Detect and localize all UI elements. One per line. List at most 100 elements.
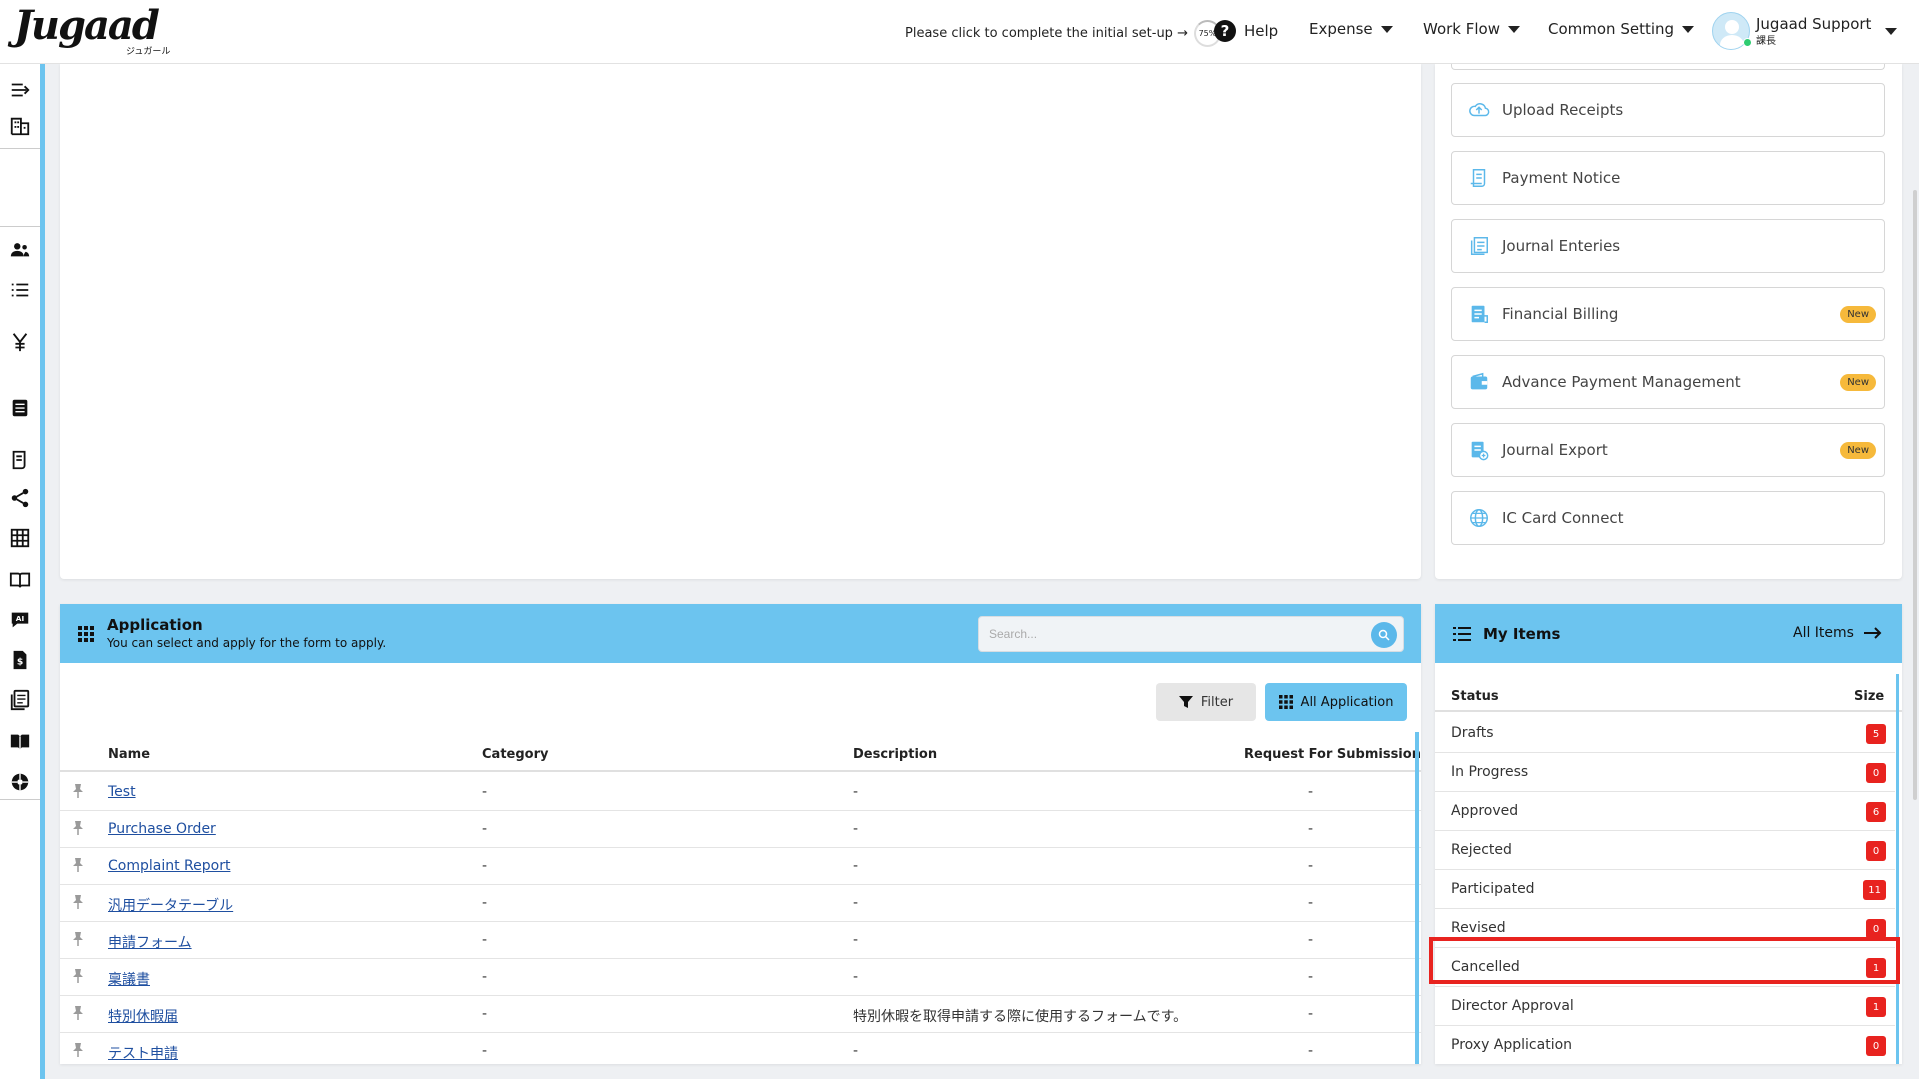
pin-icon[interactable] <box>70 931 86 947</box>
my-item-row[interactable]: In Progress 0 <box>1435 753 1895 792</box>
page-scrollbar[interactable] <box>1913 190 1917 800</box>
tool-label: Upload Receipts <box>1502 101 1624 119</box>
ai-chat-icon[interactable]: AI <box>8 608 32 632</box>
application-category: - <box>482 895 488 911</box>
pin-icon[interactable] <box>70 857 86 873</box>
ic-card-connect-button[interactable]: IC Card Connect <box>1451 491 1885 545</box>
upload-receipts-button[interactable]: Upload Receipts <box>1451 83 1885 137</box>
application-name-link[interactable]: Purchase Order <box>108 821 216 837</box>
my-item-row[interactable]: Approved 6 <box>1435 792 1895 831</box>
my-item-row[interactable]: Proxy Application 0 <box>1435 1026 1895 1064</box>
advance-payment-button[interactable]: Advance Payment Management New <box>1451 355 1885 409</box>
application-name-link[interactable]: Test <box>108 784 136 800</box>
application-name-link[interactable]: 汎用データテーブル <box>108 895 233 915</box>
application-table-header: Name Category Description Request For Su… <box>60 735 1421 772</box>
table-scrollbar[interactable] <box>1415 732 1419 1064</box>
yen-icon[interactable] <box>8 330 32 354</box>
my-item-label: Approved <box>1451 803 1519 819</box>
col-size: Size <box>1854 689 1885 704</box>
initial-setup-link[interactable]: Please click to complete the initial set… <box>905 20 1221 47</box>
sidebar-accent-bar <box>40 64 45 1079</box>
document-icon[interactable] <box>8 396 32 420</box>
all-application-button[interactable]: All Application <box>1265 683 1407 721</box>
support-icon[interactable] <box>8 770 32 794</box>
pin-icon[interactable] <box>70 1005 86 1021</box>
my-item-label: Director Approval <box>1451 998 1574 1014</box>
logo[interactable]: Jugaad ジュガール <box>14 6 170 58</box>
application-name-link[interactable]: 申請フォーム <box>108 932 192 952</box>
application-name-link[interactable]: 特別休暇届 <box>108 1006 178 1026</box>
nav-common-setting[interactable]: Common Setting <box>1548 20 1695 38</box>
all-items-link[interactable]: All Items <box>1793 625 1882 641</box>
table-row[interactable]: 汎用データテーブル - - - <box>60 885 1421 922</box>
table-icon[interactable] <box>8 526 32 550</box>
application-header: Application You can select and apply for… <box>60 604 1421 663</box>
pin-icon[interactable] <box>70 820 86 836</box>
manual-icon[interactable] <box>8 729 32 753</box>
grid-icon <box>1278 695 1293 709</box>
export-icon <box>1471 441 1489 461</box>
nav-expense[interactable]: Expense <box>1309 20 1393 38</box>
my-item-row[interactable]: Rejected 0 <box>1435 831 1895 870</box>
online-status-dot <box>1743 38 1752 47</box>
expand-menu-icon[interactable] <box>8 78 32 102</box>
application-title: Application <box>107 616 203 634</box>
table-row[interactable]: Purchase Order - - - <box>60 811 1421 848</box>
nav-workflow[interactable]: Work Flow <box>1423 20 1520 38</box>
table-row[interactable]: Test - - - <box>60 774 1421 811</box>
invoice-icon[interactable]: $ <box>8 648 32 672</box>
globe-icon <box>1470 509 1488 527</box>
help-link[interactable]: ? Help <box>1214 20 1278 42</box>
application-name-link[interactable]: テスト申請 <box>108 1043 178 1063</box>
user-menu[interactable]: Jugaad Support 課長 <box>1712 12 1898 50</box>
table-row[interactable]: 特別休暇届 - 特別休暇を取得申請する際に使用するフォームです。 - <box>60 996 1421 1033</box>
application-name-link[interactable]: Complaint Report <box>108 858 230 874</box>
my-items-panel: My Items All Items Status Size Drafts 5 In… <box>1435 604 1902 1064</box>
share-icon[interactable] <box>8 486 32 510</box>
application-panel: Application You can select and apply for… <box>60 604 1421 1064</box>
financial-billing-button[interactable]: Financial Billing New <box>1451 287 1885 341</box>
caret-down-icon <box>1682 25 1695 33</box>
tool-label: Journal Export <box>1502 441 1608 459</box>
pin-icon[interactable] <box>70 894 86 910</box>
pin-icon[interactable] <box>70 1042 86 1058</box>
my-item-row[interactable]: Drafts 5 <box>1435 714 1895 753</box>
my-items-scrollbar[interactable] <box>1896 674 1899 1064</box>
application-name-link[interactable]: 稟議書 <box>108 969 150 989</box>
journal-export-button[interactable]: Journal Export New <box>1451 423 1885 477</box>
receipt-icon[interactable] <box>8 448 32 472</box>
my-item-row[interactable]: Participated 11 <box>1435 870 1895 909</box>
svg-text:$: $ <box>17 657 23 668</box>
my-item-row[interactable]: Cancelled 1 <box>1435 948 1895 987</box>
search-input[interactable] <box>979 617 1359 651</box>
application-category: - <box>482 1043 488 1059</box>
table-row[interactable]: Complaint Report - - - <box>60 848 1421 885</box>
payment-notice-button[interactable]: Payment Notice <box>1451 151 1885 205</box>
users-icon[interactable] <box>8 238 32 262</box>
wallet-icon <box>1470 372 1488 390</box>
list-icon[interactable] <box>8 278 32 302</box>
application-request: - <box>1308 895 1314 911</box>
documents-icon[interactable] <box>8 688 32 712</box>
application-request: - <box>1308 969 1314 985</box>
user-name: Jugaad Support <box>1756 14 1872 33</box>
journal-entries-button[interactable]: Journal Enteries <box>1451 219 1885 273</box>
book-icon[interactable] <box>8 568 32 592</box>
filter-button[interactable]: Filter <box>1156 683 1256 721</box>
grid-icon <box>78 626 94 642</box>
application-description: - <box>853 932 859 948</box>
application-category: - <box>482 784 488 800</box>
pin-icon[interactable] <box>70 783 86 799</box>
building-icon[interactable] <box>8 114 32 138</box>
application-category: - <box>482 821 488 837</box>
table-row[interactable]: 申請フォーム - - - <box>60 922 1421 959</box>
table-row[interactable]: 稟議書 - - - <box>60 959 1421 996</box>
pin-icon[interactable] <box>70 968 86 984</box>
my-item-row[interactable]: Director Approval 1 <box>1435 987 1895 1026</box>
all-items-label: All Items <box>1793 625 1854 641</box>
table-row[interactable]: テスト申請 - - - <box>60 1033 1421 1064</box>
my-item-row[interactable]: Revised 0 <box>1435 909 1895 948</box>
cloud-upload-icon <box>1469 103 1490 117</box>
search-button[interactable] <box>1371 622 1397 648</box>
my-items-table-header: Status Size <box>1435 680 1902 712</box>
